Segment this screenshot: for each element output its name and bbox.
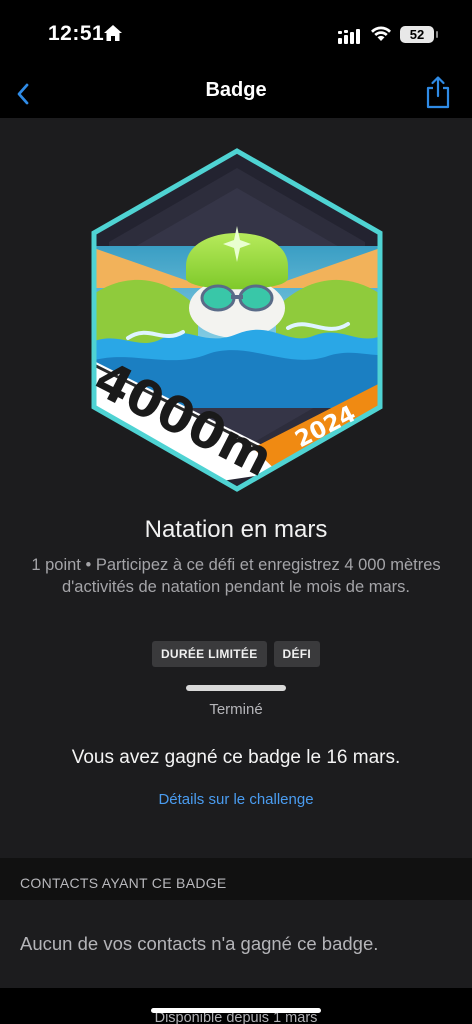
share-button[interactable] [422,74,454,112]
footer: Disponible depuis 1 mars [0,988,472,1024]
wifi-icon [371,26,391,41]
battery-tip [436,31,438,38]
contacts-empty-cell: Aucun de vos contacts n'a gagné ce badge… [0,900,472,988]
tag-limited-duration: DURÉE LIMITÉE [151,641,267,667]
badge-description: 1 point • Participez à ce défi et enregi… [31,556,441,596]
share-icon [426,76,450,109]
home-icon [104,25,122,41]
tag-challenge: DÉFI [273,641,321,667]
signal-icon [338,29,360,44]
contacts-section-header: CONTACTS AYANT CE BADGE [0,858,472,900]
contacts-header-label: CONTACTS AYANT CE BADGE [20,875,227,891]
badge-title: Natation en mars [144,516,328,543]
nav-bar: Badge [0,70,472,118]
contacts-empty-message: Aucun de vos contacts n'a gagné ce badge… [20,933,379,954]
status-time: 12:51 [48,22,105,45]
badge-tags: DURÉE LIMITÉE DÉFI [0,641,472,667]
challenge-details-link[interactable]: Détails sur le challenge [0,791,472,808]
home-indicator[interactable] [151,1008,321,1013]
completion-status: Terminé [209,701,263,718]
badge-detail-content: 4000m 2024 Natation en mars 1 point • Pa… [0,118,472,858]
swim-badge-image: 4000m 2024 [88,148,383,492]
page-title: Badge [205,79,267,101]
earned-date-text: Vous avez gagné ce badge le 16 mars. [71,747,401,768]
battery-indicator: 52 [400,26,434,43]
progress-bar [186,685,286,691]
status-bar: 12:51 52 [0,0,472,70]
